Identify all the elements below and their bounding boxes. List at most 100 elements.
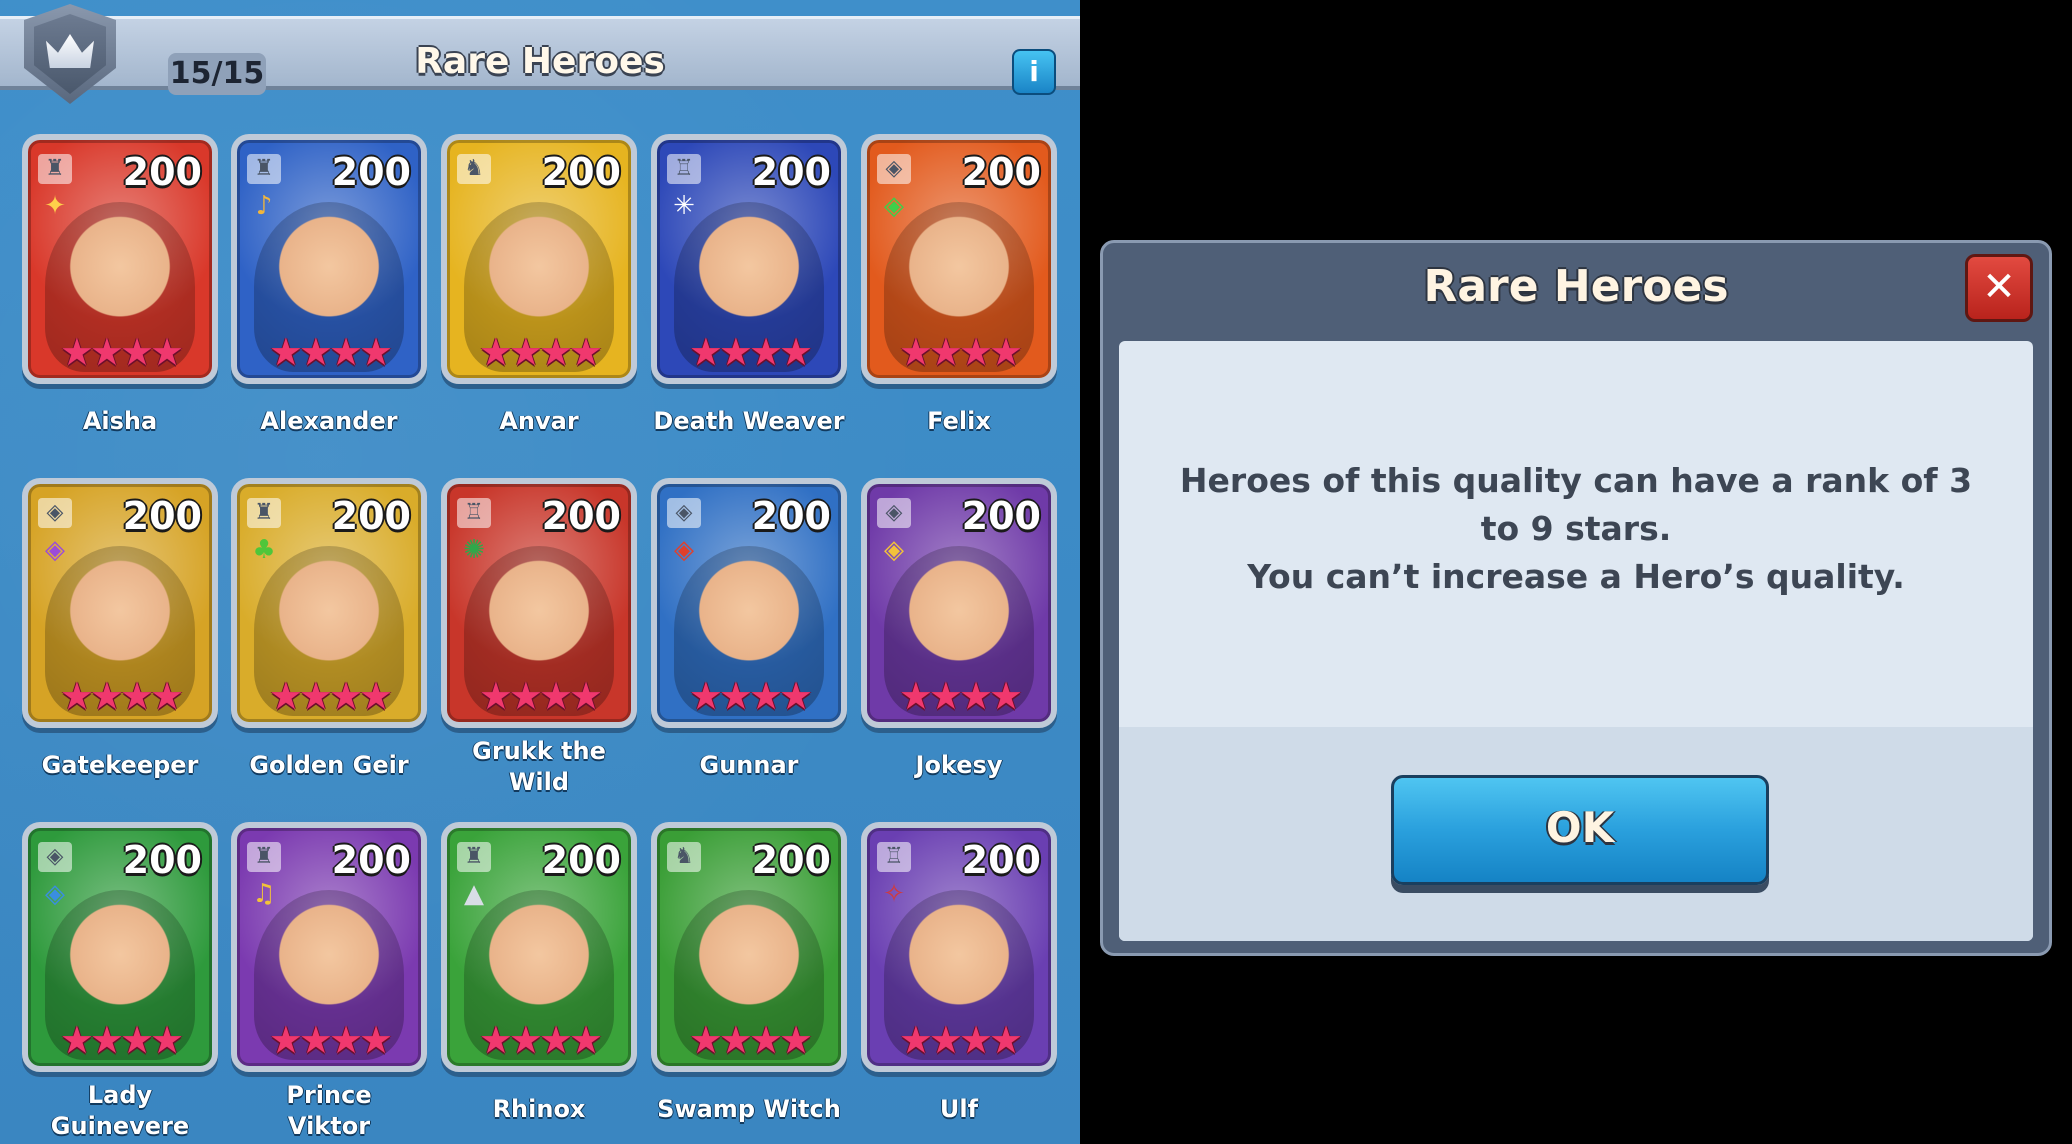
castle-icon: ♜ <box>38 154 72 184</box>
hero-stars: ★★★★ <box>268 1018 393 1062</box>
hero-name: Alexander <box>260 407 398 435</box>
hero-power: 200 <box>961 150 1041 194</box>
hero-card[interactable]: ♜ ♣ 200 ★★★★ <box>231 478 427 728</box>
hero-power: 200 <box>961 838 1041 882</box>
hero-name: Ulf <box>939 1095 979 1123</box>
fortress-icon: ♖ <box>667 154 701 184</box>
castle-icon: ♜ <box>457 842 491 872</box>
mask-icon: ◈ <box>667 498 701 528</box>
fortress-icon: ♖ <box>457 498 491 528</box>
mountain-icon: ▲ <box>464 879 484 909</box>
bat-icon: ✧ <box>883 879 905 909</box>
hero-card[interactable]: ♜ ♫ 200 ★★★★ <box>231 822 427 1072</box>
hero-stars: ★★★★ <box>478 674 603 718</box>
hero-name: Felix <box>927 407 991 435</box>
leaf-mask-icon: ◈ <box>884 191 904 221</box>
hero-card[interactable]: ♞ 200 ★★★★ <box>441 134 637 384</box>
hero-power: 200 <box>751 494 831 538</box>
hero-power: 200 <box>331 494 411 538</box>
mask-icon: ◈ <box>38 498 72 528</box>
octopus-icon: ✺ <box>463 535 485 565</box>
hero-stars: ★★★★ <box>478 1018 603 1062</box>
collection-header: 15/15 Rare Heroes i <box>0 16 1080 95</box>
hero-power: 200 <box>541 494 621 538</box>
hero-name: Swamp Witch <box>657 1095 841 1123</box>
hero-name: Prince Viktor <box>286 1081 372 1140</box>
hero-name: Rhinox <box>492 1095 586 1123</box>
rare-heroes-dialog: Rare Heroes ✕ Heroes of this quality can… <box>1100 240 2052 956</box>
hero-card[interactable]: ◈ ◈ 200 ★★★★ <box>22 822 218 1072</box>
hero-power: 200 <box>122 494 202 538</box>
tree-icon: ♣ <box>252 535 276 565</box>
knight-icon: ♞ <box>457 154 491 184</box>
hero-name: Grukk the Wild <box>472 737 606 796</box>
knight-icon: ♞ <box>667 842 701 872</box>
hero-power: 200 <box>331 150 411 194</box>
dialog-body: Heroes of this quality can have a rank o… <box>1119 341 2033 941</box>
hero-stars: ★★★★ <box>478 330 603 374</box>
hero-power: 200 <box>331 838 411 882</box>
hero-name: Gatekeeper <box>41 751 199 779</box>
hero-name: Anvar <box>499 407 579 435</box>
collection-title: Rare Heroes <box>415 41 665 82</box>
hero-stars: ★★★★ <box>268 330 393 374</box>
bell-icon: ♪ <box>255 191 273 221</box>
web-icon: ✳ <box>673 191 695 221</box>
sparkle-icon: ✦ <box>44 191 66 221</box>
hero-power: 200 <box>541 150 621 194</box>
hero-card[interactable]: ♖ ✧ 200 ★★★★ <box>861 822 1057 1072</box>
info-button[interactable]: i <box>1012 49 1056 95</box>
mask-icon: ◈ <box>38 842 72 872</box>
hero-power: 200 <box>122 838 202 882</box>
hero-name: Aisha <box>82 407 158 435</box>
purple-mask-icon: ◈ <box>45 535 65 565</box>
hero-card[interactable]: ♜ ♪ 200 ★★★★ <box>231 134 427 384</box>
hero-power: 200 <box>961 494 1041 538</box>
mask-icon: ◈ <box>877 498 911 528</box>
gold-mask-icon: ◈ <box>884 535 904 565</box>
hero-card[interactable]: ◈ ◈ 200 ★★★★ <box>22 478 218 728</box>
dialog-title: Rare Heroes <box>1423 261 1729 312</box>
hero-stars: ★★★★ <box>898 674 1023 718</box>
hero-card[interactable]: ♖ ✺ 200 ★★★★ <box>441 478 637 728</box>
hero-stars: ★★★★ <box>688 1018 813 1062</box>
hero-name: Golden Geir <box>249 751 409 779</box>
red-mask-icon: ◈ <box>674 535 694 565</box>
hero-card[interactable]: ◈ ◈ 200 ★★★★ <box>861 134 1057 384</box>
hero-name: Death Weaver <box>653 407 845 435</box>
hero-power: 200 <box>751 838 831 882</box>
lyre-icon: ♫ <box>252 879 276 909</box>
hero-collection-panel: 15/15 Rare Heroes i ♜ ✦ 200 ★★★★ Aisha ♜ ♪ 200 ★… <box>0 0 1080 1144</box>
castle-icon: ♜ <box>247 498 281 528</box>
castle-icon: ♜ <box>247 842 281 872</box>
dialog-message-line: Heroes of this quality can have a rank o… <box>1179 461 1973 500</box>
hero-power: 200 <box>751 150 831 194</box>
hero-name: Gunnar <box>699 751 799 779</box>
hero-stars: ★★★★ <box>898 1018 1023 1062</box>
hero-stars: ★★★★ <box>688 674 813 718</box>
hero-name: Jokesy <box>915 751 1003 779</box>
dialog-message-line: You can’t increase a Hero’s quality. <box>1247 557 1905 596</box>
blue-mask-icon: ◈ <box>45 879 65 909</box>
hero-stars: ★★★★ <box>688 330 813 374</box>
hero-card[interactable]: ♜ ▲ 200 ★★★★ <box>441 822 637 1072</box>
hero-card[interactable]: ♞ 200 ★★★★ <box>651 822 847 1072</box>
hero-stars: ★★★★ <box>268 674 393 718</box>
castle-icon: ♜ <box>247 154 281 184</box>
hero-card[interactable]: ◈ ◈ 200 ★★★★ <box>651 478 847 728</box>
dialog-message-line: to 9 stars. <box>1480 509 1672 548</box>
hero-card[interactable]: ◈ ◈ 200 ★★★★ <box>861 478 1057 728</box>
hero-power: 200 <box>122 150 202 194</box>
hero-power: 200 <box>541 838 621 882</box>
hero-stars: ★★★★ <box>898 330 1023 374</box>
ok-button[interactable]: OK <box>1391 775 1769 885</box>
hero-name: Lady Guinevere <box>50 1081 190 1140</box>
fortress-icon: ♖ <box>877 842 911 872</box>
close-button[interactable]: ✕ <box>1965 254 2033 322</box>
mask-icon: ◈ <box>877 154 911 184</box>
dialog-message: Heroes of this quality can have a rank o… <box>1179 457 1973 601</box>
hero-card[interactable]: ♖ ✳ 200 ★★★★ <box>651 134 847 384</box>
hero-stars: ★★★★ <box>59 674 184 718</box>
hero-stars: ★★★★ <box>59 330 184 374</box>
hero-card[interactable]: ♜ ✦ 200 ★★★★ <box>22 134 218 384</box>
